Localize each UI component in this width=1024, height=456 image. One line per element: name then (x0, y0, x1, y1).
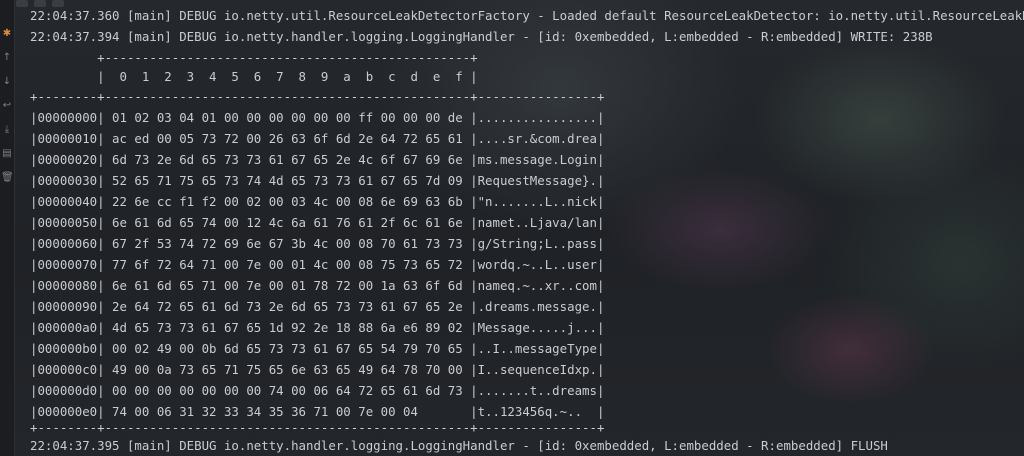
debug-icon[interactable]: ✱ (1, 28, 13, 40)
hexdump-row: |00000060| 67 2f 53 74 72 69 6e 67 3b 4c… (30, 236, 605, 251)
hexdump-row: |000000b0| 00 02 49 00 0b 6d 65 73 73 61… (30, 341, 605, 356)
hexdump-row: |00000080| 6e 61 6d 65 71 00 7e 00 01 78… (30, 278, 605, 293)
scroll-end-icon[interactable]: ⤓ (1, 124, 13, 136)
hexdump-row: |000000e0| 74 00 06 31 32 33 34 35 36 71… (30, 404, 605, 419)
log-line: 22:04:37.395 [main] DEBUG io.netty.handl… (30, 438, 888, 453)
hexdump-row: |00000010| ac ed 00 05 73 72 00 26 63 6f… (30, 131, 605, 146)
print-icon[interactable]: ▤ (1, 148, 13, 160)
arrow-down-icon[interactable]: ↓ (1, 76, 13, 88)
hexdump-row: |000000a0| 4d 65 73 73 61 67 65 1d 92 2e… (30, 320, 605, 335)
hexdump-bottom-border: +--------+------------------------------… (30, 420, 605, 435)
hexdump-row: |00000020| 6d 73 2e 6d 65 73 73 61 67 65… (30, 152, 605, 167)
hexdump-border: +--------+------------------------------… (30, 89, 605, 104)
trash-icon[interactable]: 🗑 (1, 172, 14, 184)
log-line: 22:04:37.394 [main] DEBUG io.netty.handl… (30, 29, 933, 44)
rerun-icon[interactable] (16, 0, 28, 7)
console-output[interactable]: 22:04:37.360 [main] DEBUG io.netty.util.… (30, 0, 1024, 456)
hexdump-row: |00000040| 22 6e cc f1 f2 00 02 00 03 4c… (30, 194, 605, 209)
hexdump-row: |00000000| 01 02 03 04 01 00 00 00 00 00… (30, 110, 605, 125)
log-line: 22:04:37.360 [main] DEBUG io.netty.util.… (30, 8, 1024, 23)
hexdump-row: |00000050| 6e 61 6d 65 74 00 12 4c 6a 61… (30, 215, 605, 230)
arrow-up-icon[interactable]: ↑ (1, 52, 13, 64)
hexdump-row: |00000070| 77 6f 72 64 71 00 7e 00 01 4c… (30, 257, 605, 272)
hexdump-row: |00000090| 2e 64 72 65 61 6d 73 2e 6d 65… (30, 299, 605, 314)
wrap-icon[interactable]: ↩ (1, 100, 13, 112)
hexdump-top-border: +---------------------------------------… (30, 50, 478, 65)
hexdump-row: |000000d0| 00 00 00 00 00 00 00 74 00 06… (30, 383, 605, 398)
hexdump-row: |00000030| 52 65 71 75 65 73 74 4d 65 73… (30, 173, 605, 188)
hexdump-header: | 0 1 2 3 4 5 6 7 8 9 a b c d e f | (30, 69, 478, 84)
console-side-toolbar: ✱ ↑ ↓ ↩ ⤓ ▤ 🗑 (0, 0, 15, 456)
hexdump-row: |000000c0| 49 00 0a 73 65 71 75 65 6e 63… (30, 362, 605, 377)
